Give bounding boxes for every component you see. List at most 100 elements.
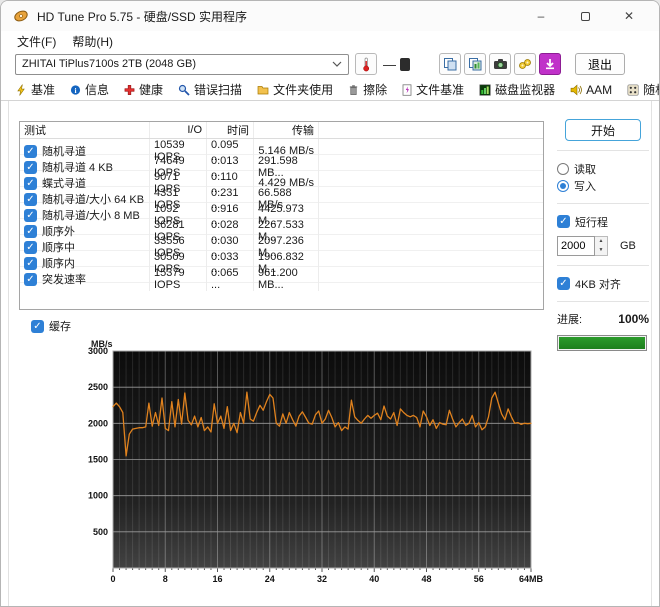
svg-text:24: 24 xyxy=(265,574,275,584)
svg-text:500: 500 xyxy=(93,527,108,537)
app-icon xyxy=(13,8,29,24)
table-row: ✓随机寻道 10539 IOPS 0.095 ... 5.146 MB/s xyxy=(20,139,543,155)
tab-error-scan[interactable]: 错误扫描 xyxy=(171,78,250,100)
tab-random-access[interactable]: 随机访问 xyxy=(620,78,660,100)
camera-icon xyxy=(493,58,508,70)
table-row: ✓随机寻道/大小 64 KB 4331 IOPS 0.231 ... 66.58… xyxy=(20,187,543,203)
short-stroke-option[interactable]: ✓ 短行程 xyxy=(557,213,649,230)
menu-file[interactable]: 文件(F) xyxy=(9,31,64,52)
file-benchmark-icon xyxy=(402,84,412,96)
col-time[interactable]: 时间 xyxy=(207,122,254,138)
folder-usage-icon xyxy=(257,84,269,95)
copy-image-icon xyxy=(468,57,482,71)
stepper-up-icon[interactable]: ▲ xyxy=(595,237,607,246)
menu-help[interactable]: 帮助(H) xyxy=(64,31,121,52)
svg-text:3000: 3000 xyxy=(88,346,108,356)
col-io[interactable]: I/O xyxy=(150,122,207,138)
cache-checkbox: ✓ xyxy=(31,320,44,333)
stepper-arrows[interactable]: ▲▼ xyxy=(595,236,608,256)
info-icon: i xyxy=(70,84,81,96)
disk-monitor-icon xyxy=(479,84,491,96)
tab-folder-usage[interactable]: 文件夹使用 xyxy=(250,78,341,100)
toolbar: ZHITAI TiPlus7100s 2TB (2048 GB) — xyxy=(1,51,659,77)
extra-tests-page: 测试 I/O 时间 传输 ✓随机寻道 10539 IOPS 0.095 ... … xyxy=(1,101,659,607)
tab-health[interactable]: 健康 xyxy=(117,78,171,100)
progress-fill xyxy=(559,337,645,349)
thermometer-icon xyxy=(360,57,372,72)
app-window: HD Tune Pro 5.75 - 硬盘/SSD 实用程序 – ✕ 文件(F)… xyxy=(0,0,660,607)
tab-file-benchmark[interactable]: 文件基准 xyxy=(395,78,472,100)
maximize-icon xyxy=(581,12,590,21)
read-mode-option[interactable]: 读取 xyxy=(557,160,649,177)
write-mode-option[interactable]: 写入 xyxy=(557,177,649,194)
exit-button[interactable]: 退出 xyxy=(575,53,625,75)
align-option[interactable]: ✓ 4KB 对齐 xyxy=(557,275,649,292)
col-empty xyxy=(319,122,543,138)
separator xyxy=(557,265,649,266)
chevron-down-icon xyxy=(332,61,342,67)
tab-info[interactable]: i 信息 xyxy=(63,78,117,100)
separator xyxy=(557,301,649,302)
svg-text:2000: 2000 xyxy=(88,418,108,428)
row-checkbox[interactable]: ✓ xyxy=(24,273,37,286)
screenshot-button[interactable] xyxy=(489,53,511,75)
start-button[interactable]: 开始 xyxy=(565,119,641,141)
drive-select-value: ZHITAI TiPlus7100s 2TB (2048 GB) xyxy=(22,58,332,70)
options-button[interactable] xyxy=(514,53,536,75)
options-icon xyxy=(518,58,532,70)
maximize-button[interactable] xyxy=(563,2,607,30)
capacity-unit: GB xyxy=(620,240,636,252)
close-button[interactable]: ✕ xyxy=(607,2,651,30)
copy-icon xyxy=(443,57,457,71)
col-test[interactable]: 测试 xyxy=(20,122,150,138)
aam-icon xyxy=(570,84,582,96)
progress-bar xyxy=(557,335,647,351)
svg-text:2500: 2500 xyxy=(88,382,108,392)
col-transfer[interactable]: 传输 xyxy=(254,122,319,138)
svg-text:0: 0 xyxy=(110,574,115,584)
tab-benchmark[interactable]: 基准 xyxy=(9,78,63,100)
svg-text:1500: 1500 xyxy=(88,455,108,465)
tab-disk-monitor[interactable]: 磁盘监视器 xyxy=(472,78,563,100)
window-title: HD Tune Pro 5.75 - 硬盘/SSD 实用程序 xyxy=(37,8,519,25)
tab-erase[interactable]: 擦除 xyxy=(341,78,395,100)
minimize-button[interactable]: – xyxy=(519,2,563,30)
table-row: ✓突发速率 15379 IOPS 0.065 ... 961.200 MB... xyxy=(20,267,543,283)
table-header: 测试 I/O 时间 传输 xyxy=(20,122,543,139)
tab-aam[interactable]: AAM xyxy=(563,78,620,100)
copy-image-button[interactable] xyxy=(464,53,486,75)
results-table: 测试 I/O 时间 传输 ✓随机寻道 10539 IOPS 0.095 ... … xyxy=(19,121,544,310)
table-row: ✓顺序内 30509 IOPS 0.033 ... 1906.832 M... xyxy=(20,251,543,267)
tabbar: 基准 i 信息 健康 错误扫描 文件夹使用 擦除 文件基准 磁盘监视器 xyxy=(1,77,659,101)
stepper-down-icon[interactable]: ▼ xyxy=(595,246,607,255)
error-scan-icon xyxy=(178,84,190,96)
table-row: ✓蝶式寻道 9071 IOPS 0.110 ... 4.429 MB/s xyxy=(20,171,543,187)
cache-speed-chart: 500100015002000250030000816243240485664M… xyxy=(61,345,561,593)
table-row: ✓顺序外 36281 IOPS 0.028 ... 2267.533 M... xyxy=(20,219,543,235)
erase-icon xyxy=(348,84,359,96)
radio-read-icon xyxy=(557,163,569,175)
temperature-button[interactable] xyxy=(355,53,377,75)
capacity-stepper: ▲▼ GB xyxy=(557,236,649,256)
save-results-button[interactable] xyxy=(539,53,561,75)
svg-text:56: 56 xyxy=(474,574,484,584)
svg-text:8: 8 xyxy=(163,574,168,584)
table-row: ✓顺序中 33556 IOPS 0.030 ... 2097.236 M... xyxy=(20,235,543,251)
table-row: ✓随机寻道/大小 8 MB 1092 IOPS 0.916 ... 4425.9… xyxy=(20,203,543,219)
menubar: 文件(F) 帮助(H) xyxy=(1,31,659,51)
capacity-input[interactable] xyxy=(557,236,595,256)
svg-text:16: 16 xyxy=(212,574,222,584)
copy-button[interactable] xyxy=(439,53,461,75)
separator xyxy=(557,203,649,204)
cache-option[interactable]: ✓ 缓存 xyxy=(31,318,71,334)
svg-text:40: 40 xyxy=(369,574,379,584)
drive-select[interactable]: ZHITAI TiPlus7100s 2TB (2048 GB) xyxy=(15,54,349,75)
progress-label: 进展: xyxy=(557,311,582,327)
svg-text:64MB: 64MB xyxy=(519,574,544,584)
align-checkbox: ✓ xyxy=(557,277,570,290)
benchmark-icon xyxy=(16,84,27,96)
separator xyxy=(557,150,649,151)
svg-text:1000: 1000 xyxy=(88,491,108,501)
temperature-value-icon xyxy=(400,58,410,71)
temperature-dash: — xyxy=(383,57,396,72)
